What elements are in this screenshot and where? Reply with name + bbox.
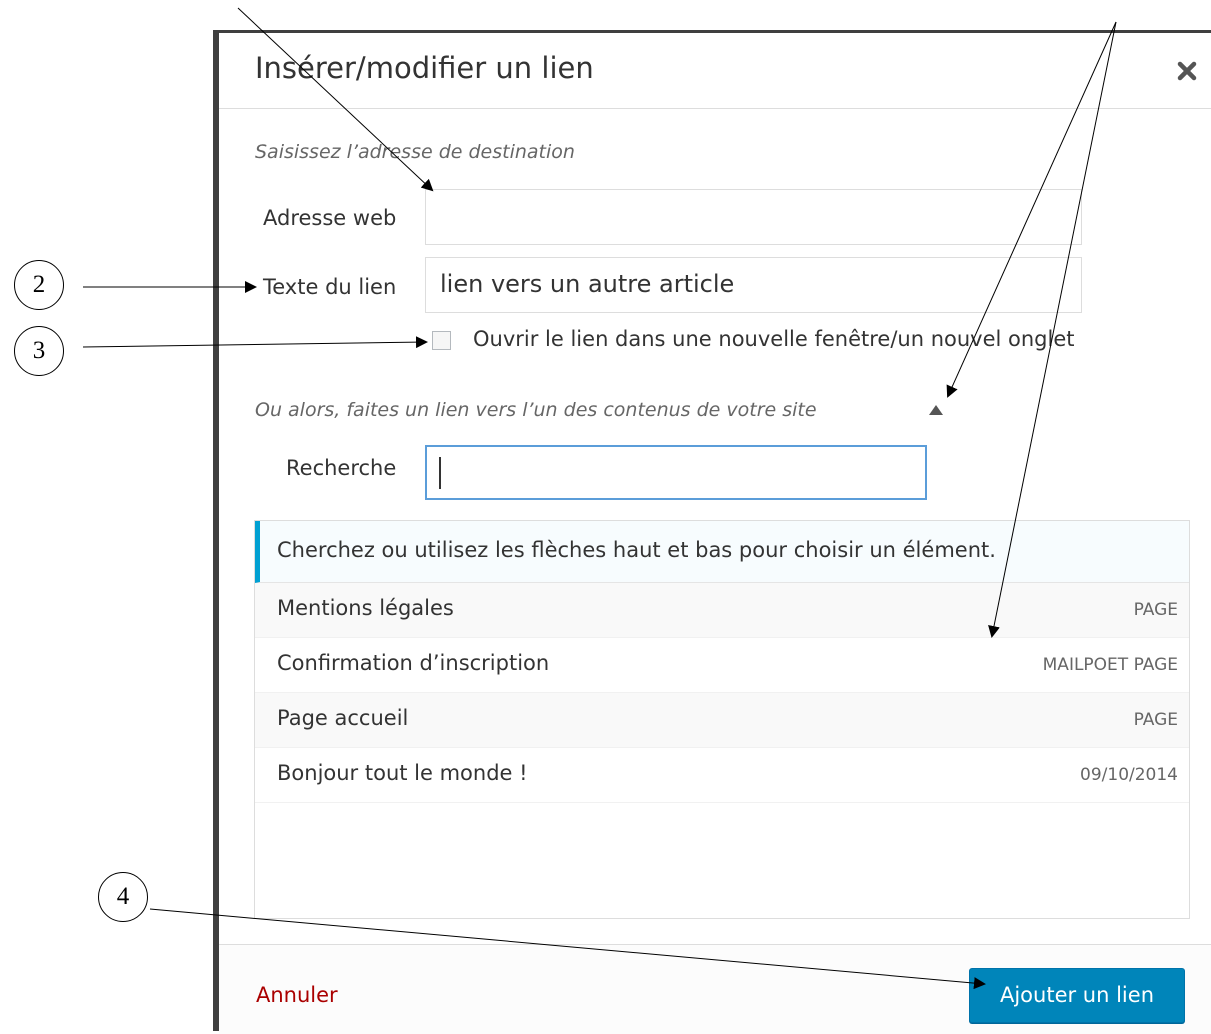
result-row[interactable]: Page accueil PAGE xyxy=(255,693,1189,748)
result-title: Mentions légales xyxy=(277,596,454,620)
link-text-label: Texte du lien xyxy=(263,275,397,299)
dialog-title: Insérer/modifier un lien xyxy=(255,51,594,85)
link-text-input[interactable]: lien vers un autre article xyxy=(425,257,1082,313)
result-title: Confirmation d’inscription xyxy=(277,651,550,675)
triangle-up-icon[interactable] xyxy=(929,405,943,415)
result-row[interactable]: Bonjour tout le monde ! 09/10/2014 xyxy=(255,748,1189,803)
result-type: PAGE xyxy=(1133,600,1178,620)
result-type: MAILPOET PAGE xyxy=(1042,655,1178,675)
search-label: Recherche xyxy=(286,456,397,480)
results-notice-text: Cherchez ou utilisez les flèches haut et… xyxy=(277,538,996,562)
result-title: Bonjour tout le monde ! xyxy=(277,761,528,785)
search-input[interactable] xyxy=(425,445,927,500)
search-results: Cherchez ou utilisez les flèches haut et… xyxy=(254,520,1190,919)
text-caret xyxy=(439,457,441,489)
dialog-footer: Annuler Ajouter un lien xyxy=(219,945,1211,1034)
result-date: 09/10/2014 xyxy=(1080,765,1178,785)
cancel-link[interactable]: Annuler xyxy=(256,983,338,1007)
callout-4: 4 xyxy=(98,872,148,922)
add-link-button[interactable]: Ajouter un lien xyxy=(969,968,1185,1023)
callout-3: 3 xyxy=(14,326,64,376)
header-divider xyxy=(219,108,1211,109)
url-label: Adresse web xyxy=(263,206,397,230)
result-row[interactable]: Confirmation d’inscription MAILPOET PAGE xyxy=(255,638,1189,693)
new-tab-label[interactable]: Ouvrir le lien dans une nouvelle fenêtre… xyxy=(473,327,1075,351)
result-type: PAGE xyxy=(1133,710,1178,730)
internal-link-toggle[interactable]: Ou alors, faites un lien vers l’un des c… xyxy=(255,399,817,421)
destination-intro: Saisissez l’adresse de destination xyxy=(255,141,575,163)
new-tab-checkbox[interactable] xyxy=(432,331,451,350)
result-row[interactable]: Mentions légales PAGE xyxy=(255,583,1189,638)
link-dialog: Insérer/modifier un lien Saisissez l’adr… xyxy=(213,30,1211,1034)
url-input[interactable] xyxy=(425,189,1082,245)
callout-2: 2 xyxy=(14,260,64,310)
close-icon[interactable] xyxy=(1173,57,1201,85)
results-notice: Cherchez ou utilisez les flèches haut et… xyxy=(255,521,1189,583)
result-title: Page accueil xyxy=(277,706,409,730)
